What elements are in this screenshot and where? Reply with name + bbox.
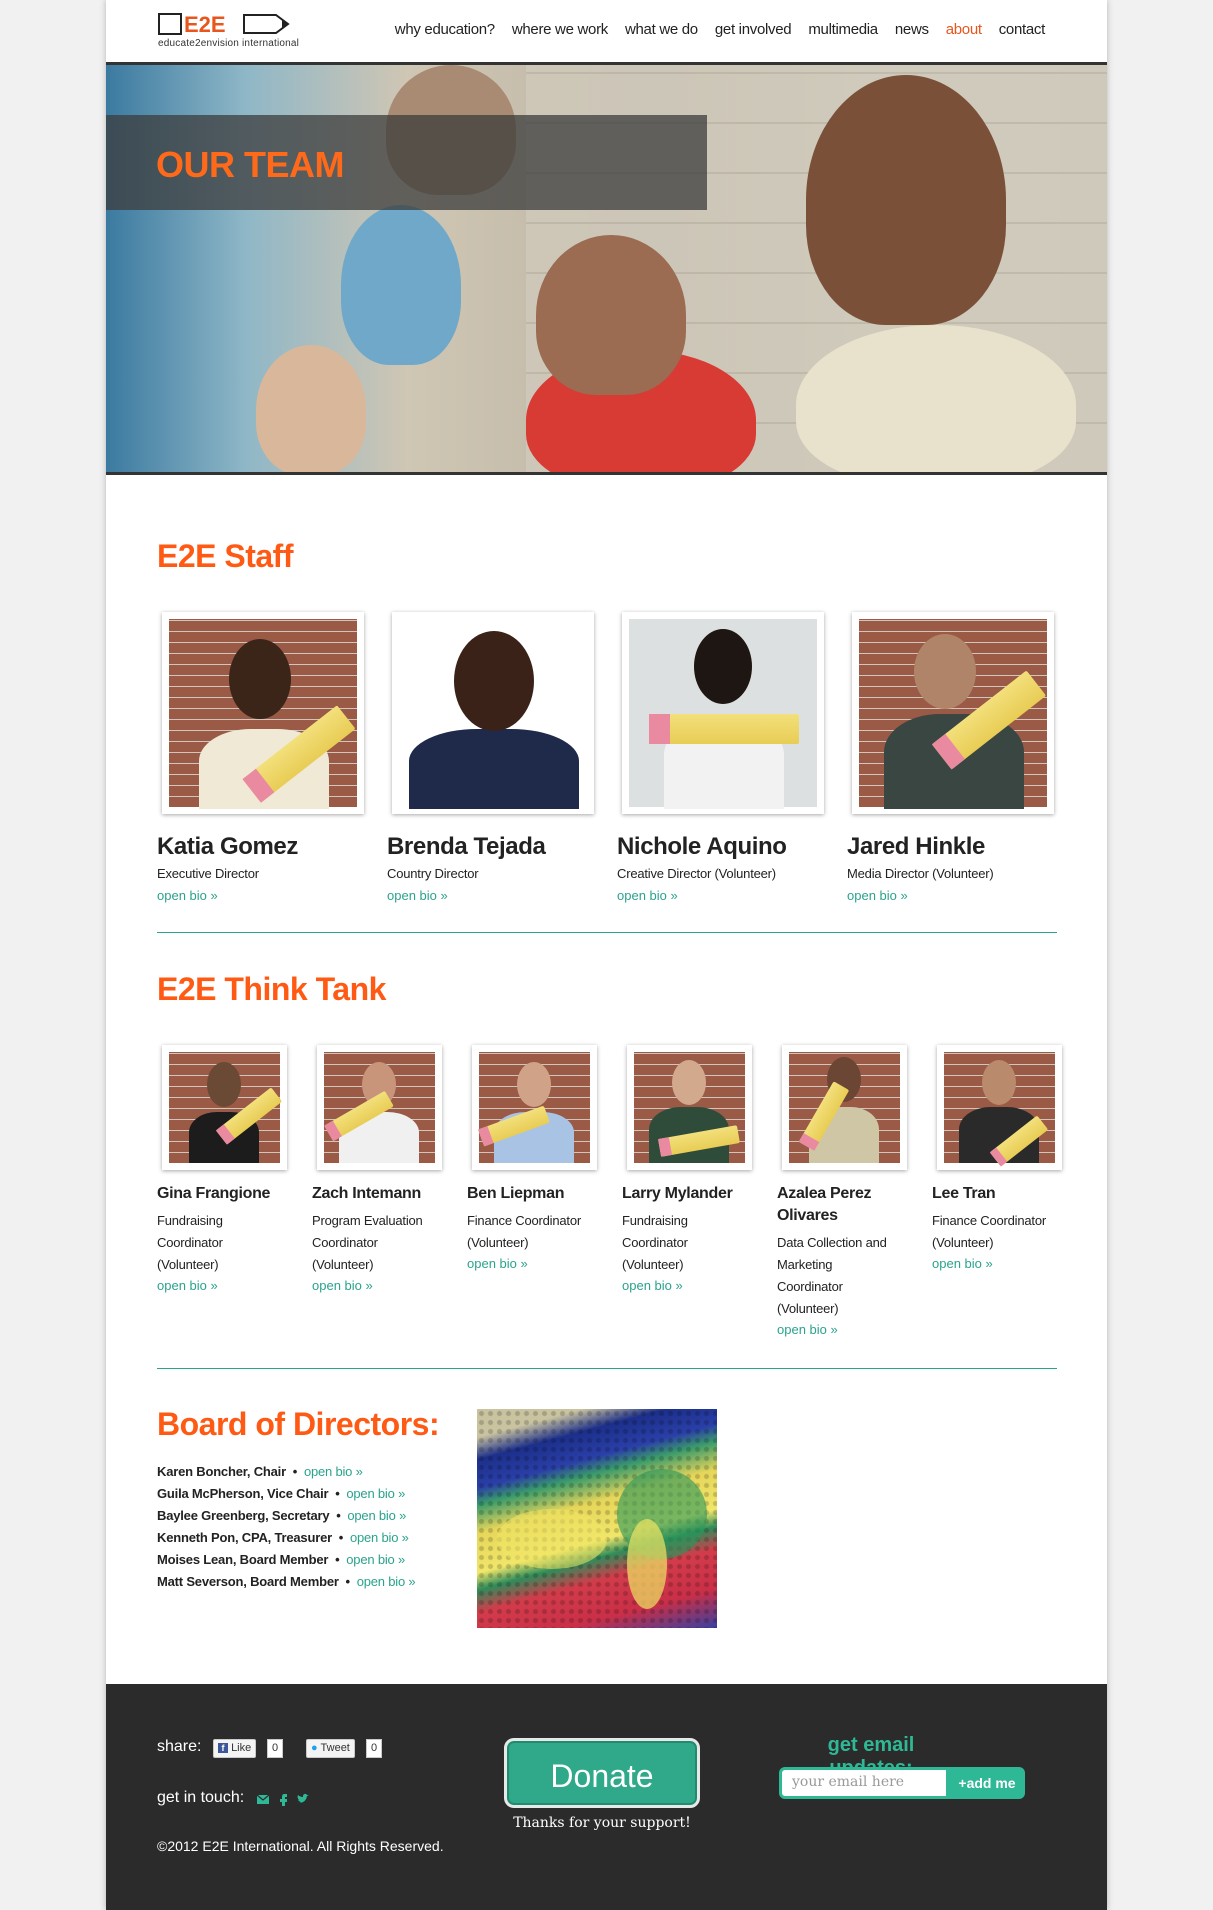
staff-name: Katia Gomez [157, 833, 298, 860]
think-tank-role: Data Collection and Marketing Coordinator(… [777, 1235, 887, 1316]
hero-child-2 [341, 205, 461, 365]
think-tank-role: Fundraising Coordinator (Volunteer) [157, 1213, 223, 1272]
nav-what-we-do[interactable]: what we do [625, 21, 698, 38]
think-tank-name: Azalea Perez Olivares [777, 1185, 872, 1224]
think-tank-name: Zach Intemann [312, 1185, 422, 1202]
e2e-logo[interactable]: E2E educate2envision international [158, 12, 318, 52]
hero-child-6 [796, 325, 1076, 472]
staff-photo-katia [162, 612, 364, 814]
board-member: Guila McPherson, Vice Chair • open bio » [157, 1486, 406, 1501]
think-tank-photo [937, 1045, 1062, 1170]
staff-photo-jared [852, 612, 1054, 814]
staff-name: Nichole Aquino [617, 833, 787, 860]
site-header: E2E educate2envision international why e… [106, 0, 1107, 65]
facebook-like-button[interactable]: f Like [213, 1739, 257, 1758]
think-tank-role: Fundraising Coordinator (Volunteer) [622, 1213, 688, 1272]
think-tank-name: Gina Frangione [157, 1185, 271, 1202]
copyright-text: ©2012 E2E International. All Rights Rese… [157, 1838, 444, 1854]
tweet-button[interactable]: ● Tweet [306, 1739, 355, 1758]
open-bio-link[interactable]: open bio » [312, 1278, 373, 1293]
think-tank-name: Ben Liepman [467, 1185, 565, 1202]
open-bio-link[interactable]: open bio » [777, 1322, 838, 1337]
like-count: 0 [267, 1739, 284, 1758]
board-member: Matt Severson, Board Member • open bio » [157, 1574, 416, 1589]
open-bio-link[interactable]: open bio » [346, 1486, 405, 1501]
add-me-button[interactable]: +add me [949, 1767, 1025, 1799]
facebook-icon[interactable] [276, 1792, 290, 1806]
section-divider [157, 1368, 1057, 1369]
hero-child-5 [536, 235, 686, 395]
page-title: OUR TEAM [156, 144, 345, 185]
open-bio-link[interactable]: open bio » [347, 1508, 406, 1523]
tweet-count: 0 [366, 1739, 383, 1758]
staff-name: Jared Hinkle [847, 833, 985, 860]
nav-contact[interactable]: contact [999, 21, 1046, 38]
svg-text:E2E: E2E [184, 12, 226, 36]
twitter-icon: ● [311, 1742, 318, 1754]
staff-heading: E2E Staff [157, 538, 293, 574]
donate-button[interactable]: Donate [504, 1738, 700, 1808]
staff-name: Brenda Tejada [387, 833, 546, 860]
think-tank-heading: E2E Think Tank [157, 971, 386, 1007]
open-bio-link[interactable]: open bio » [157, 1278, 218, 1293]
open-bio-link[interactable]: open bio » [357, 1574, 416, 1589]
think-tank-name: Larry Mylander [622, 1185, 733, 1202]
board-member: Baylee Greenberg, Secretary • open bio » [157, 1508, 407, 1523]
nav-multimedia[interactable]: multimedia [808, 21, 878, 38]
board-heading: Board of Directors: [157, 1406, 440, 1442]
staff-photo-nichole [622, 612, 824, 814]
think-tank-role: Finance Coordinator (Volunteer) [932, 1213, 1046, 1250]
think-tank-photo [317, 1045, 442, 1170]
think-tank-photo [627, 1045, 752, 1170]
hero-child-1 [256, 345, 366, 472]
open-bio-link[interactable]: open bio » [467, 1256, 528, 1271]
staff-photo-brenda [392, 612, 594, 814]
staff-role: Country Director [387, 866, 479, 881]
think-tank-role: Finance Coordinator (Volunteer) [467, 1213, 581, 1250]
thanks-text: Thanks for your support! [513, 1815, 691, 1831]
staff-role: Creative Director (Volunteer) [617, 866, 776, 881]
open-bio-link[interactable]: open bio » [617, 888, 678, 903]
email-input[interactable]: your email here [779, 1767, 949, 1799]
nav-news[interactable]: news [895, 21, 929, 38]
hero-banner: OUR TEAM [106, 65, 1107, 472]
logo-icon: E2E [158, 12, 290, 36]
think-tank-photo [782, 1045, 907, 1170]
logo-tagline: educate2envision international [158, 38, 300, 49]
open-bio-link[interactable]: open bio » [346, 1552, 405, 1567]
open-bio-link[interactable]: open bio » [932, 1256, 993, 1271]
open-bio-link[interactable]: open bio » [350, 1530, 409, 1545]
facebook-icon: f [218, 1743, 228, 1753]
section-divider [157, 932, 1057, 933]
board-member: Moises Lean, Board Member • open bio » [157, 1552, 406, 1567]
think-tank-photo [162, 1045, 287, 1170]
share-label: share: [157, 1738, 202, 1755]
open-bio-link[interactable]: open bio » [157, 888, 218, 903]
open-bio-link[interactable]: open bio » [622, 1278, 683, 1293]
open-bio-link[interactable]: open bio » [387, 888, 448, 903]
staff-role: Executive Director [157, 866, 259, 881]
nav-why-education[interactable]: why education? [395, 21, 495, 38]
board-member: Kenneth Pon, CPA, Treasurer • open bio » [157, 1530, 409, 1545]
hero-divider [106, 472, 1107, 475]
main-nav: why education? where we work what we do … [395, 21, 1046, 38]
think-tank-role: Program Evaluation Coordinator (Volunteer) [312, 1213, 423, 1272]
staff-role: Media Director (Volunteer) [847, 866, 994, 881]
bottle-cap-mosaic-image [477, 1409, 717, 1628]
hero-child-7 [806, 75, 1006, 325]
nav-where-we-work[interactable]: where we work [512, 21, 608, 38]
board-member: Karen Boncher, Chair • open bio » [157, 1464, 363, 1479]
nav-about[interactable]: about [946, 21, 982, 38]
twitter-icon[interactable] [296, 1792, 310, 1806]
open-bio-link[interactable]: open bio » [847, 888, 908, 903]
get-in-touch-label: get in touch: [157, 1789, 245, 1806]
think-tank-name: Lee Tran [932, 1185, 996, 1202]
open-bio-link[interactable]: open bio » [304, 1464, 363, 1479]
page: E2E educate2envision international why e… [106, 0, 1107, 1910]
think-tank-photo [472, 1045, 597, 1170]
nav-get-involved[interactable]: get involved [715, 21, 792, 38]
site-footer: share: f Like 0 ● Tweet 0 get in touch: … [106, 1684, 1107, 1910]
email-icon[interactable] [256, 1792, 270, 1806]
